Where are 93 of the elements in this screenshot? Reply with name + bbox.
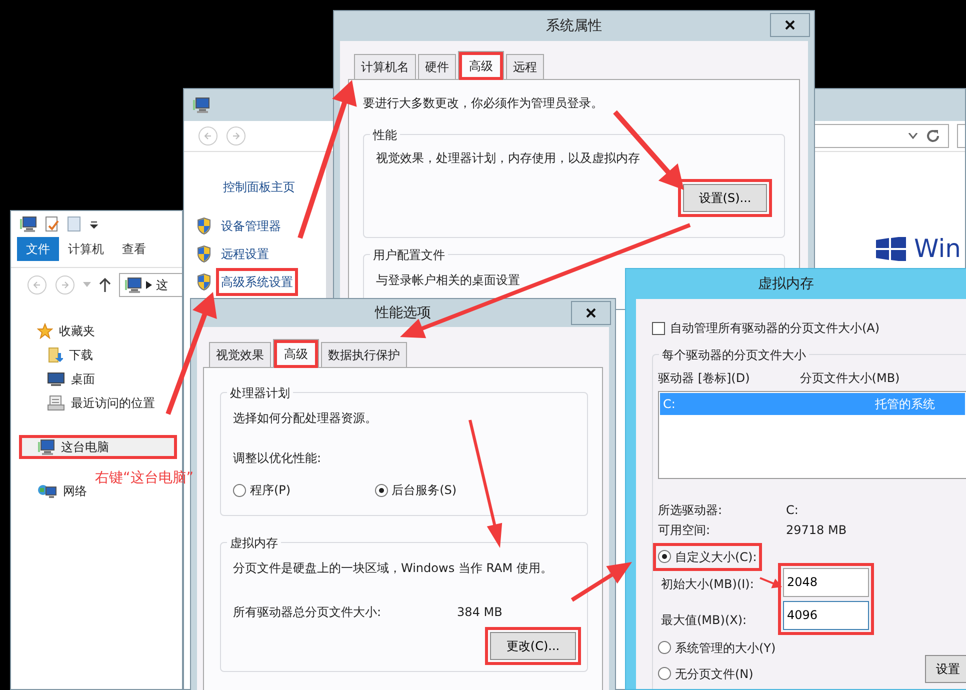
caret-icon	[908, 133, 918, 139]
radio-option[interactable]: 无分页文件(N)	[658, 664, 754, 682]
back-icon	[198, 126, 218, 146]
ribbon-tab[interactable]: 计算机	[59, 237, 113, 261]
group-description: 分页文件是硬盘上的一块区域，Windows 当作 RAM 使用。	[233, 560, 552, 577]
window-title: 虚拟内存	[758, 274, 814, 294]
tab[interactable]: 高级	[458, 51, 504, 80]
computer-icon	[37, 439, 55, 455]
radio-icon[interactable]	[233, 484, 246, 496]
radio-option[interactable]: 后台服务(S)	[374, 481, 457, 499]
ribbon-tab[interactable]: 文件	[17, 237, 59, 261]
field-label: 所有驱动器总分页文件大小:	[233, 604, 382, 621]
field-label: 所选驱动器:	[658, 502, 724, 518]
computer-icon	[19, 216, 37, 232]
nav-item[interactable]: 下载	[19, 343, 177, 367]
forward-icon	[226, 126, 246, 146]
monitor-icon	[47, 372, 65, 386]
radio-option[interactable]: 系统管理的大小(Y)	[658, 638, 776, 656]
radio-icon[interactable]	[658, 550, 671, 563]
task-link[interactable]: 高级系统设置	[221, 273, 293, 291]
radio-icon[interactable]	[658, 641, 671, 654]
window-title: 性能选项	[375, 304, 431, 322]
drive-cell-text: C:	[663, 396, 676, 412]
tab[interactable]: 视觉效果	[209, 342, 271, 367]
settings-button[interactable]: 设置(S)...	[683, 184, 767, 212]
nav-item[interactable]: 桌面	[19, 367, 177, 391]
input-field[interactable]: 2048	[783, 568, 869, 596]
set-button[interactable]: 设置	[925, 654, 966, 682]
checkbox-icon[interactable]	[652, 322, 665, 334]
input-field[interactable]: 4096	[783, 600, 869, 630]
tab[interactable]: 计算机名	[354, 54, 416, 79]
caret-icon	[83, 282, 91, 288]
checkbox-option[interactable]: 自动管理所有驱动器的分页文件大小(A)	[652, 319, 880, 337]
radio-option[interactable]: 程序(P)	[233, 481, 291, 499]
search-field[interactable]	[957, 124, 965, 148]
task-link[interactable]: 远程设置	[216, 240, 274, 268]
radio-icon[interactable]	[658, 667, 671, 680]
group-description: 选择如何分配处理器资源。	[233, 410, 377, 427]
group-title: 虚拟内存	[227, 534, 281, 552]
home-link[interactable]: 控制面板主页	[223, 178, 326, 196]
close-icon	[586, 308, 596, 318]
folder-icon	[67, 216, 81, 232]
group-title: 性能	[370, 126, 400, 144]
globe-icon	[37, 483, 57, 499]
tab[interactable]: 远程	[506, 54, 544, 79]
prompt-text: 调整以优化性能:	[233, 450, 322, 467]
group-description: 视觉效果，处理器计划，内存使用，以及虚拟内存	[376, 150, 640, 167]
field-label: 可用空间:	[658, 522, 712, 538]
folder-icon	[47, 347, 63, 363]
group-description: 与登录帐户相关的桌面设置	[376, 272, 520, 289]
chevron-icon	[146, 280, 152, 288]
info-text: 要进行大多数更改，你必须作为管理员登录。	[363, 95, 604, 112]
field-label: 初始大小(MB)(I):	[661, 576, 754, 592]
group-title: 处理器计划	[227, 384, 293, 402]
computer-icon	[124, 276, 142, 292]
logo-text: Win	[914, 236, 961, 261]
nav-item[interactable]: 收藏夹	[19, 319, 177, 343]
field-label: 最大值(MB)(X):	[661, 612, 747, 628]
close-button[interactable]	[571, 301, 611, 325]
computer-icon	[192, 97, 210, 113]
task-link[interactable]: 设备管理器	[216, 212, 286, 240]
close-icon	[785, 20, 795, 30]
tab[interactable]: 数据执行保护	[321, 342, 407, 367]
change-button[interactable]: 更改(C)...	[490, 632, 576, 660]
field-value: 29718 MB	[786, 522, 847, 538]
address-bar[interactable]: 这	[119, 272, 182, 296]
radio-option[interactable]: 自定义大小(C):	[658, 548, 757, 566]
nav-item[interactable]: 这台电脑	[19, 435, 177, 459]
arrow	[570, 562, 632, 602]
column-header: 驱动器 [卷标](D)	[658, 370, 750, 386]
caret-icon	[89, 219, 99, 229]
shield-icon	[196, 273, 212, 291]
window-title: 系统属性	[546, 16, 602, 36]
refresh-icon	[926, 129, 940, 143]
forward-icon	[55, 274, 75, 294]
up-arrow-icon	[99, 278, 111, 292]
nav-item[interactable]: 最近访问的位置	[19, 391, 177, 415]
back-icon	[27, 274, 47, 294]
field-value: 384 MB	[457, 604, 502, 621]
shield-icon	[196, 217, 212, 235]
column-header: 分页文件大小(MB)	[800, 370, 900, 386]
size-cell-text: 托管的系统	[875, 396, 935, 412]
windows-logo-icon	[876, 236, 906, 260]
tab[interactable]: 高级	[273, 339, 319, 368]
radio-icon[interactable]	[374, 484, 388, 496]
shield-icon	[196, 245, 212, 263]
address-text: 这	[156, 276, 168, 294]
field-value: C:	[786, 502, 798, 518]
star-icon	[37, 323, 53, 339]
group-title: 用户配置文件	[370, 246, 448, 264]
close-button[interactable]	[770, 13, 810, 37]
tab[interactable]: 硬件	[418, 54, 456, 79]
ribbon-tab[interactable]: 查看	[113, 237, 155, 261]
